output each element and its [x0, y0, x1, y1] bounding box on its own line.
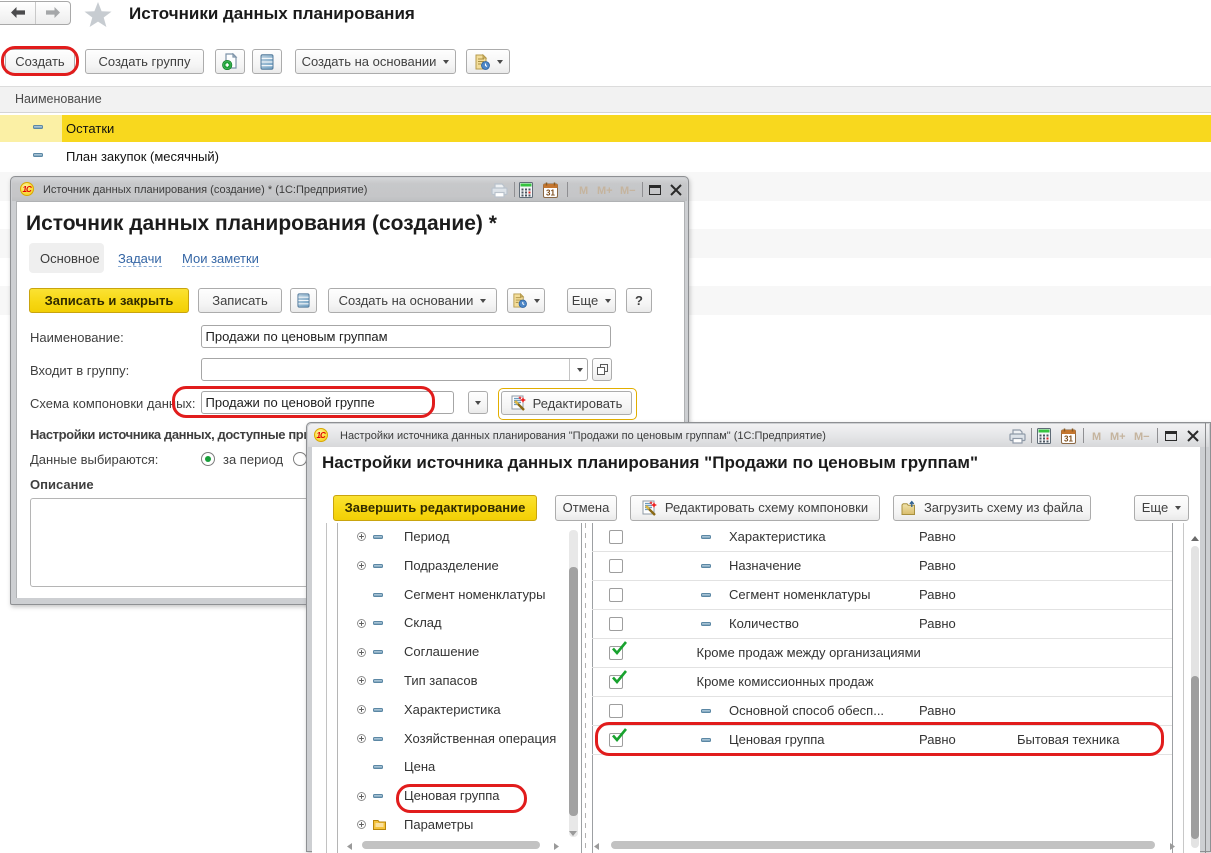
svg-text:31: 31 [1064, 434, 1073, 443]
svg-text:31: 31 [546, 188, 555, 197]
